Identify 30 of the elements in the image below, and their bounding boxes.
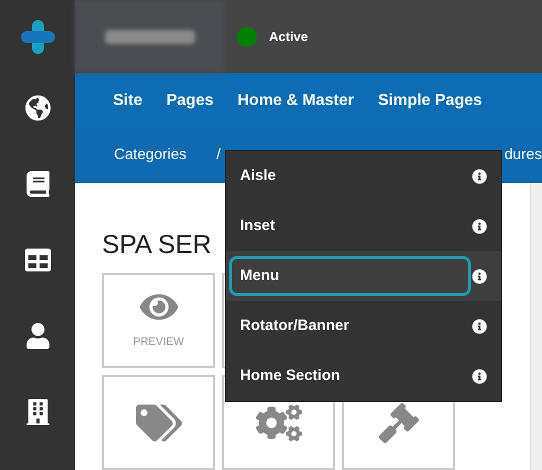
info-icon[interactable] bbox=[472, 268, 487, 284]
menu-item[interactable]: Rotator/Banner bbox=[226, 301, 501, 351]
info-icon[interactable] bbox=[472, 368, 487, 384]
menu-item[interactable]: Home Section bbox=[226, 351, 501, 401]
nav-tab[interactable]: Pages bbox=[166, 88, 214, 112]
tile-button[interactable]: PREVIEW bbox=[102, 273, 215, 368]
gears-icon bbox=[256, 402, 302, 442]
tile-button[interactable] bbox=[102, 375, 215, 470]
sub-nav-item[interactable]: dures bbox=[504, 144, 542, 167]
info-icon[interactable] bbox=[472, 318, 487, 334]
building-icon[interactable] bbox=[24, 398, 52, 426]
menu-item[interactable]: Inset bbox=[226, 201, 501, 251]
globe-icon[interactable] bbox=[24, 94, 52, 122]
cross-logo-icon bbox=[20, 20, 54, 54]
info-icon[interactable] bbox=[472, 218, 487, 234]
table-icon[interactable] bbox=[24, 246, 52, 274]
tag-icon bbox=[136, 402, 182, 442]
menu-item[interactable]: Menu bbox=[226, 251, 501, 301]
status-label: Active bbox=[269, 28, 308, 46]
info-icon[interactable] bbox=[472, 168, 487, 184]
sub-nav-item[interactable]: Categories bbox=[114, 144, 187, 167]
user-icon[interactable] bbox=[24, 322, 52, 350]
menu-item[interactable]: Aisle bbox=[226, 151, 501, 201]
nav-tab[interactable]: Home & Master bbox=[237, 88, 354, 112]
sub-nav-item[interactable]: / bbox=[216, 144, 221, 167]
book-icon[interactable] bbox=[24, 170, 52, 198]
gavel-icon bbox=[378, 402, 418, 442]
page-title: SPA SER bbox=[102, 231, 212, 257]
nav-tab[interactable]: Site bbox=[113, 88, 142, 112]
nav-tab[interactable]: Simple Pages bbox=[378, 88, 482, 112]
